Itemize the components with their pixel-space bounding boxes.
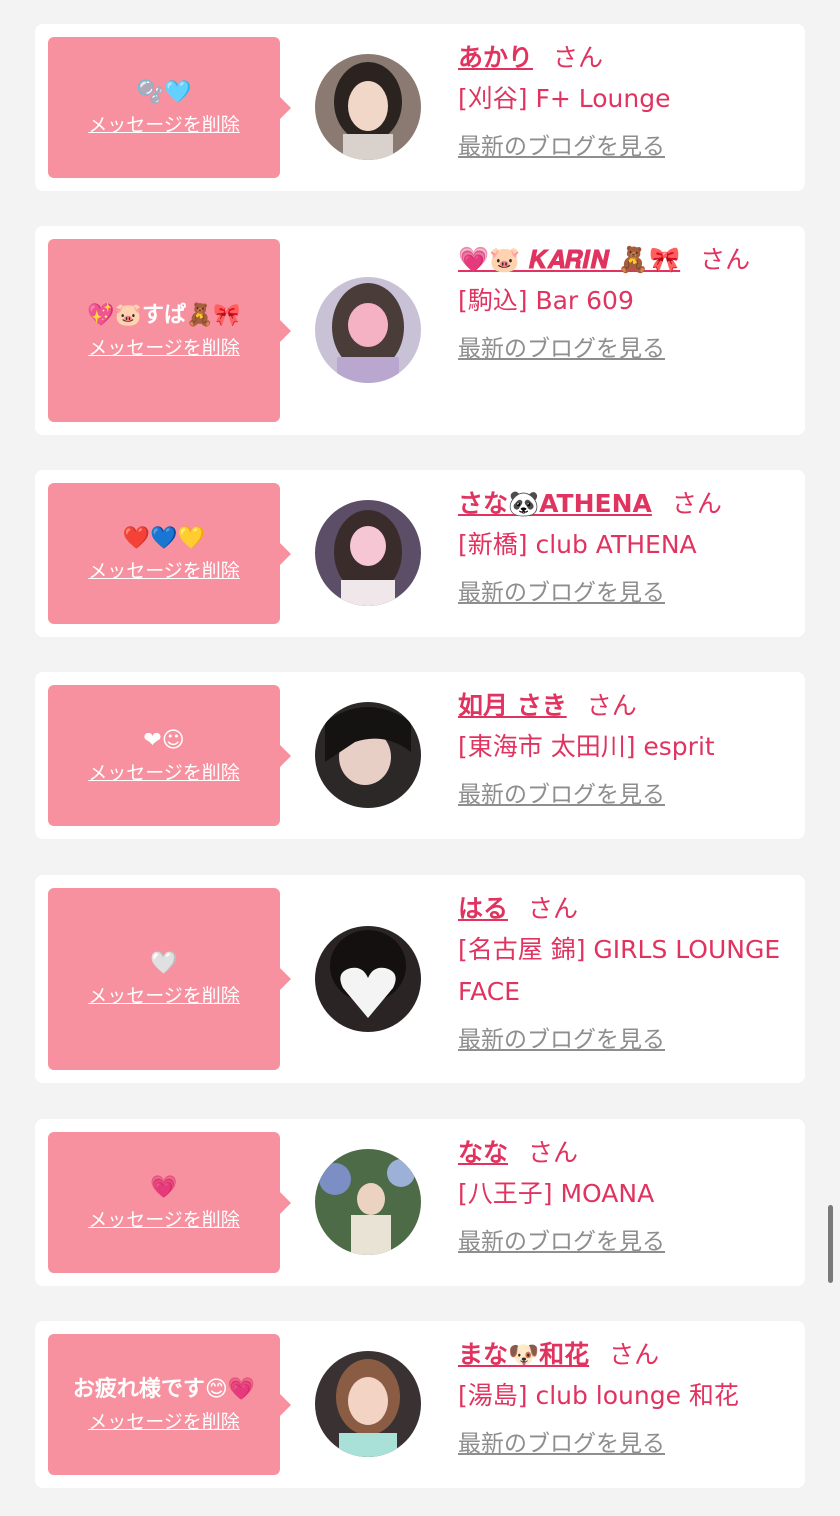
latest-blog-link[interactable]: 最新のブログを見る [458, 132, 665, 162]
avatar[interactable] [315, 926, 421, 1032]
favorite-card: 💖🐷すぱ🧸🎀 メッセージを削除 💗🐷 𝑲𝑨𝑹𝑰𝑵 🧸🎀 さん [駒込] Bar 6… [35, 226, 805, 435]
delete-message-link[interactable]: メッセージを削除 [88, 333, 240, 363]
shop-name: [新橋] club ATHENA [458, 530, 697, 559]
message-text: ❤︎☺︎ [143, 727, 185, 753]
delete-message-link[interactable]: メッセージを削除 [88, 556, 240, 586]
avatar[interactable] [315, 702, 421, 808]
message-text: お疲れ様です😊💗 [72, 1376, 256, 1402]
avatar[interactable] [315, 54, 421, 160]
shop-name: [東海市 太田川] esprit [458, 732, 715, 761]
cast-info: 💗🐷 𝑲𝑨𝑹𝑰𝑵 🧸🎀 さん [駒込] Bar 609 最新のブログを見る [458, 240, 793, 364]
cast-info: さな🐼ATHENA さん [新橋] club ATHENA 最新のブログを見る [458, 484, 793, 608]
latest-blog-link[interactable]: 最新のブログを見る [458, 1025, 665, 1055]
favorite-card: ❤️💙💛 メッセージを削除 さな🐼ATHENA さん [新橋] club ATHE… [35, 470, 805, 637]
delete-message-link[interactable]: メッセージを削除 [88, 1205, 240, 1235]
latest-blog-link[interactable]: 最新のブログを見る [458, 1429, 665, 1459]
latest-blog-link[interactable]: 最新のブログを見る [458, 1227, 665, 1257]
cast-name-link[interactable]: なな [458, 1138, 508, 1167]
honorific: さん [528, 894, 579, 923]
delete-message-link[interactable]: メッセージを削除 [88, 981, 240, 1011]
cast-name-link[interactable]: あかり [458, 43, 533, 72]
favorite-card: 🤍 メッセージを削除 はる さん [名古屋 錦] GIRLS LOUNGE FAC… [35, 875, 805, 1083]
shop-name: [駒込] Bar 609 [458, 286, 634, 315]
honorific: さん [671, 489, 722, 518]
cast-name-link[interactable]: まな🐶和花 [458, 1340, 589, 1369]
message-text: 🤍 [150, 951, 178, 976]
cast-info: なな さん [八王子] MOANA 最新のブログを見る [458, 1133, 793, 1257]
favorite-card: 🫧🩵 メッセージを削除 あかり さん [刈谷] F+ Lounge 最新のブログを… [35, 24, 805, 191]
message-bubble: ❤️💙💛 メッセージを削除 [48, 483, 291, 624]
shop-name: [湯島] club lounge 和花 [458, 1381, 739, 1410]
message-bubble: 🤍 メッセージを削除 [48, 888, 291, 1070]
latest-blog-link[interactable]: 最新のブログを見る [458, 334, 665, 364]
honorific: さん [586, 691, 637, 720]
cast-name-link[interactable]: 如月 さき [458, 691, 567, 720]
cast-name-link[interactable]: 💗🐷 𝑲𝑨𝑹𝑰𝑵 🧸🎀 [458, 245, 680, 274]
message-text: 💖🐷すぱ🧸🎀 [87, 302, 241, 328]
delete-message-link[interactable]: メッセージを削除 [88, 110, 240, 140]
cast-info: 如月 さき さん [東海市 太田川] esprit 最新のブログを見る [458, 686, 793, 810]
message-bubble: 💗 メッセージを削除 [48, 1132, 291, 1273]
honorific: さん [700, 245, 751, 274]
favorite-card: ❤︎☺︎ メッセージを削除 如月 さき さん [東海市 太田川] esprit 最… [35, 672, 805, 839]
honorific: さん [553, 43, 604, 72]
message-bubble: 🫧🩵 メッセージを削除 [48, 37, 291, 178]
scrollbar[interactable] [828, 1205, 833, 1283]
message-text: ❤️💙💛 [122, 525, 206, 551]
avatar[interactable] [315, 500, 421, 606]
favorite-card: お疲れ様です😊💗 メッセージを削除 まな🐶和花 さん [湯島] club loun… [35, 1321, 805, 1488]
latest-blog-link[interactable]: 最新のブログを見る [458, 578, 665, 608]
cast-info: あかり さん [刈谷] F+ Lounge 最新のブログを見る [458, 38, 793, 162]
latest-blog-link[interactable]: 最新のブログを見る [458, 780, 665, 810]
message-bubble: ❤︎☺︎ メッセージを削除 [48, 685, 291, 826]
cast-name-link[interactable]: さな🐼ATHENA [458, 489, 652, 518]
honorific: さん [609, 1340, 660, 1369]
message-text: 💗 [150, 1174, 178, 1200]
message-bubble: 💖🐷すぱ🧸🎀 メッセージを削除 [48, 239, 291, 422]
avatar[interactable] [315, 1351, 421, 1457]
delete-message-link[interactable]: メッセージを削除 [88, 1407, 240, 1437]
honorific: さん [528, 1138, 579, 1167]
cast-name-link[interactable]: はる [458, 894, 508, 923]
shop-name: [刈谷] F+ Lounge [458, 84, 671, 113]
cast-info: はる さん [名古屋 錦] GIRLS LOUNGE FACE 最新のブログを見る [458, 889, 793, 1055]
message-bubble: お疲れ様です😊💗 メッセージを削除 [48, 1334, 291, 1475]
shop-name: [名古屋 錦] GIRLS LOUNGE FACE [458, 935, 781, 1006]
delete-message-link[interactable]: メッセージを削除 [88, 758, 240, 788]
avatar[interactable] [315, 277, 421, 383]
avatar[interactable] [315, 1149, 421, 1255]
favorite-card: 💗 メッセージを削除 なな さん [八王子] MOANA 最新のブログを見る [35, 1119, 805, 1286]
cast-info: まな🐶和花 さん [湯島] club lounge 和花 最新のブログを見る [458, 1335, 793, 1459]
shop-name: [八王子] MOANA [458, 1179, 655, 1208]
message-text: 🫧🩵 [136, 79, 192, 105]
